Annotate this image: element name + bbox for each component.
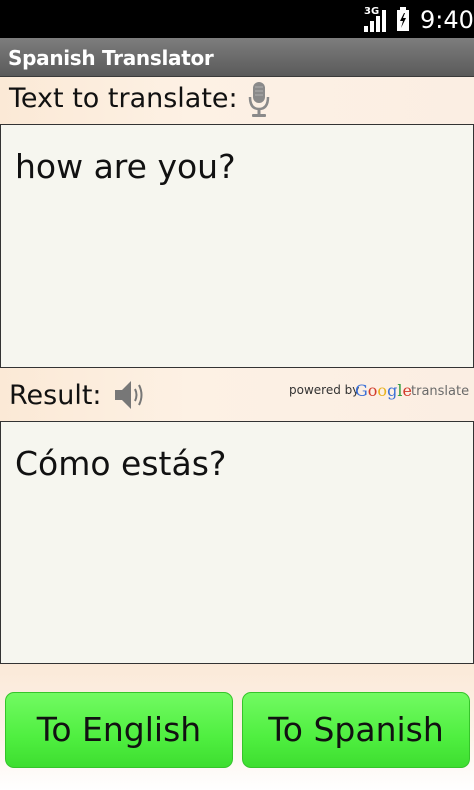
- status-bar: 3G 9:40: [0, 0, 474, 38]
- translate-text: translate: [411, 384, 470, 399]
- result-text: Cómo estás?: [15, 444, 227, 483]
- input-label-bar: Text to translate:: [0, 77, 474, 124]
- microphone-icon[interactable]: [248, 81, 270, 119]
- app-title: Spanish Translator: [8, 46, 214, 70]
- input-text[interactable]: how are you?: [15, 147, 236, 186]
- title-bar: Spanish Translator: [0, 38, 474, 77]
- input-label: Text to translate:: [9, 83, 238, 114]
- powered-by-text: powered by: [289, 383, 360, 397]
- input-text-area[interactable]: how are you?: [0, 124, 474, 368]
- battery-icon: [397, 7, 409, 31]
- signal-icon: [364, 10, 386, 32]
- google-logo: Google: [355, 381, 412, 400]
- result-label: Result:: [9, 380, 102, 411]
- result-text-area: Cómo estás?: [0, 421, 474, 664]
- to-spanish-button[interactable]: To Spanish: [242, 692, 470, 768]
- to-english-button[interactable]: To English: [5, 692, 233, 768]
- speaker-icon[interactable]: [113, 378, 147, 412]
- clock: 9:40: [420, 6, 474, 34]
